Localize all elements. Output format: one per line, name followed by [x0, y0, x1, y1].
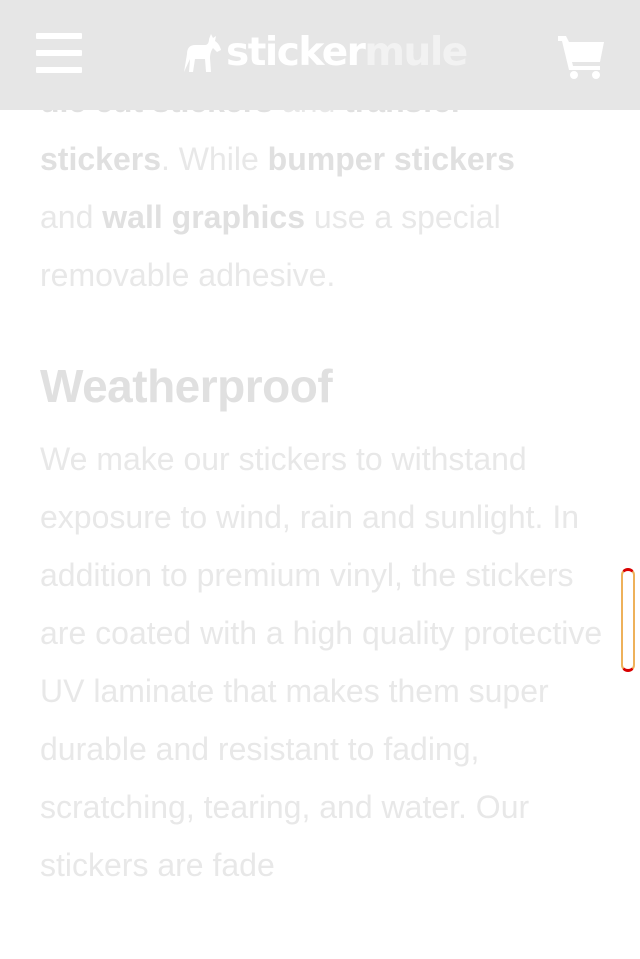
and-text-2: and — [40, 199, 103, 235]
menu-line — [36, 33, 82, 39]
menu-line — [36, 50, 82, 56]
menu-line — [36, 67, 82, 73]
hamburger-menu-icon[interactable] — [36, 33, 82, 73]
scroll-indicator[interactable] — [621, 568, 635, 672]
weatherproof-heading: Weatherproof — [40, 360, 333, 412]
while-text: . While — [160, 141, 268, 177]
bumper-stickers-link[interactable]: bumper stickers — [268, 141, 515, 177]
weatherproof-paragraph: We make our stickers to withstand exposu… — [40, 441, 603, 883]
stickermule-logo[interactable]: stickermule — [178, 30, 468, 76]
transfer-stickers-tail: stickers — [40, 141, 161, 177]
site-header: stickermule — [0, 0, 640, 110]
wall-graphics-link[interactable]: wall graphics — [102, 199, 305, 235]
article-content: die cut stickers and transferstickers. W… — [40, 72, 610, 894]
horse-logo-icon — [184, 34, 221, 72]
logo-sticker-text: sticker — [226, 30, 366, 75]
shopping-cart-icon[interactable] — [556, 34, 606, 80]
logo-mule-text: mule — [364, 30, 468, 75]
logo-wordmark: stickermule — [226, 30, 468, 76]
